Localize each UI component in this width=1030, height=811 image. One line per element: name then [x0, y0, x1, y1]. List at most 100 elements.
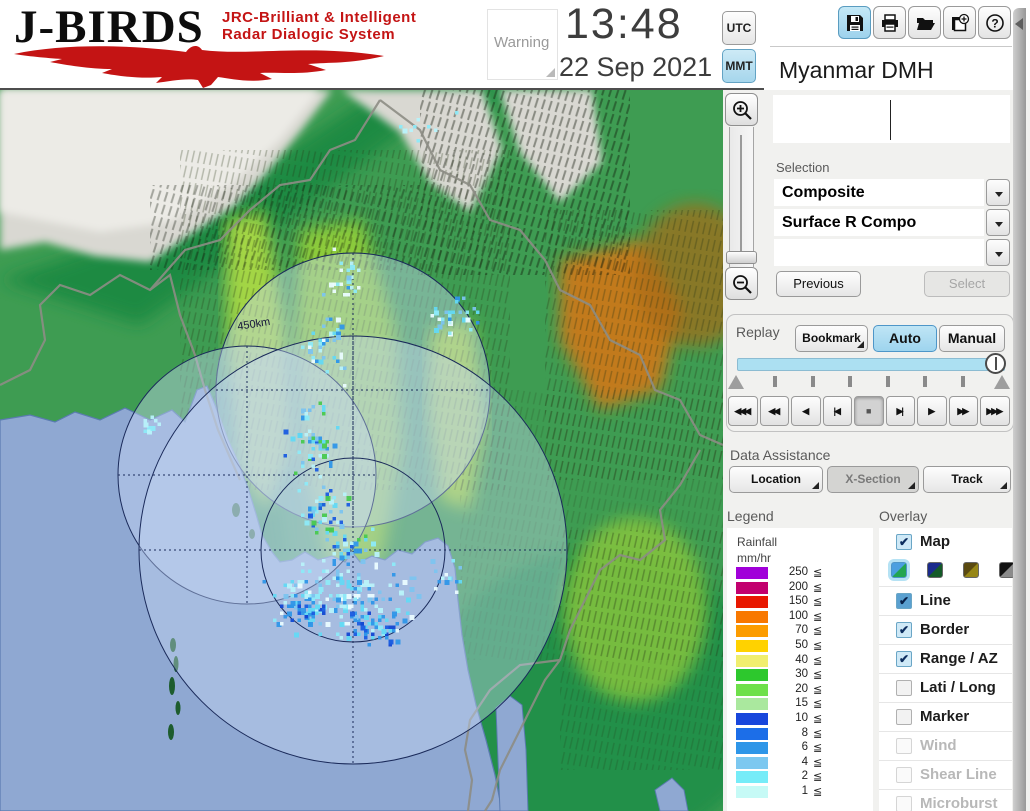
help-icon: ? — [985, 13, 1004, 32]
radar-map-canvas[interactable]: 450km — [0, 90, 723, 811]
warning-panel[interactable]: Warning — [487, 9, 558, 80]
toolbar: ? — [838, 6, 1011, 39]
previous-button[interactable]: Previous — [776, 271, 861, 297]
checkbox-line[interactable]: ✔ — [896, 593, 912, 609]
legend-color-swatch — [736, 567, 768, 579]
new-window-button[interactable] — [943, 6, 976, 39]
overlay-row-lati-long: Lati / Long — [879, 673, 1012, 702]
replay-timeline-handle[interactable] — [985, 353, 1006, 374]
tagline-line2: Radar Dialogic System — [222, 26, 396, 43]
legend-value: 50 — [795, 638, 808, 651]
bookmark-label: Bookmark — [802, 331, 861, 345]
legend-color-swatch — [736, 727, 768, 740]
manual-mode-button[interactable]: Manual — [939, 325, 1005, 352]
overlay-row-map: ✔ Map — [879, 528, 1012, 556]
help-button[interactable]: ? — [978, 6, 1011, 39]
map-style-swatch-2[interactable] — [927, 562, 943, 578]
legend-value: 10 — [795, 711, 808, 724]
legend-value: 2 — [801, 770, 808, 783]
forward-button[interactable]: ▶▶ — [948, 396, 978, 426]
checkbox-border[interactable]: ✔ — [896, 622, 912, 638]
corner-grip-icon — [857, 341, 864, 348]
corner-grip-icon — [812, 482, 819, 489]
legend-row: 70 ≦ — [727, 624, 873, 639]
checkbox-range-az[interactable]: ✔ — [896, 651, 912, 667]
stop-button[interactable]: ■ — [854, 396, 884, 426]
legend-color-swatch — [736, 581, 768, 594]
radar-map[interactable]: 450km — [0, 90, 723, 811]
forward-fastest-button[interactable]: ▶▶▶ — [980, 396, 1010, 426]
legend-title: Rainfall mm/hr — [737, 534, 777, 566]
legend-operator: ≦ — [813, 683, 823, 696]
checkbox-wind — [896, 738, 912, 754]
eagle-logo-icon — [14, 46, 384, 88]
zoom-slider-handle[interactable] — [726, 251, 757, 264]
clock-date: 22 Sep 2021 — [559, 52, 713, 82]
bookmark-button[interactable]: Bookmark — [795, 325, 868, 352]
track-button[interactable]: Track — [923, 466, 1011, 493]
overlay-row-range-az: ✔ Range / AZ — [879, 644, 1012, 673]
mmt-button[interactable]: MMT — [722, 49, 756, 83]
legend-color-swatch — [736, 610, 768, 623]
legend-row: 50 ≦ — [727, 639, 873, 654]
legend-row: 250 ≦ — [727, 566, 873, 581]
panel-collapse-strip[interactable] — [1013, 8, 1026, 811]
product-dropdown-arrow[interactable] — [986, 209, 1010, 236]
save-button[interactable] — [838, 6, 871, 39]
overlay-panel: ✔ Map ✔ Line ✔ Border ✔ Range / AZ Lati / Long Ma… — [879, 528, 1015, 811]
zoom-out-button[interactable] — [725, 267, 758, 300]
rewind-button[interactable]: ◀◀ — [759, 396, 789, 426]
composite-dropdown[interactable]: Composite — [774, 179, 984, 206]
auto-mode-button[interactable]: Auto — [873, 325, 937, 352]
checkbox-lati-long[interactable] — [896, 680, 912, 696]
resize-grip-icon[interactable] — [546, 68, 555, 77]
legend-value: 15 — [795, 697, 808, 710]
map-style-row — [879, 556, 1015, 586]
header-divider — [770, 46, 1012, 47]
legend-value: 4 — [801, 755, 808, 768]
handle-line — [995, 357, 997, 370]
step-forward-button[interactable]: ▶| — [885, 396, 915, 426]
select-button[interactable]: Select — [924, 271, 1010, 297]
legend-operator: ≦ — [813, 581, 823, 594]
step-back-button[interactable]: |◀ — [822, 396, 852, 426]
legend-operator: ≦ — [813, 639, 823, 652]
legend-row: 150 ≦ — [727, 595, 873, 610]
legend-operator: ≦ — [813, 756, 823, 769]
checkbox-marker[interactable] — [896, 709, 912, 725]
rewind-fastest-button[interactable]: ◀◀◀ — [728, 396, 758, 426]
map-style-swatch-1[interactable] — [891, 562, 907, 578]
legend-color-swatch — [736, 669, 768, 682]
warning-label: Warning — [494, 34, 550, 51]
checkbox-map[interactable]: ✔ — [896, 534, 912, 550]
play-reverse-button[interactable]: ◀ — [791, 396, 821, 426]
map-zoom-widget — [723, 93, 760, 303]
text-cursor — [890, 100, 891, 140]
legend-color-swatch — [736, 785, 768, 798]
overlay-row-marker: Marker — [879, 702, 1012, 731]
info-display-box[interactable] — [773, 95, 1010, 143]
empty-dropdown-arrow[interactable] — [986, 239, 1010, 266]
legend-operator: ≦ — [813, 698, 823, 711]
empty-dropdown[interactable] — [774, 239, 984, 266]
location-button[interactable]: Location — [729, 466, 823, 493]
composite-dropdown-arrow[interactable] — [986, 179, 1010, 206]
legend-value: 70 — [795, 624, 808, 637]
timeline-start-marker[interactable] — [728, 375, 744, 389]
replay-timeline-track[interactable] — [737, 358, 1005, 371]
overlay-row-shear-line: Shear Line — [879, 760, 1012, 789]
product-dropdown[interactable]: Surface R Compo — [774, 209, 984, 236]
map-style-swatch-3[interactable] — [963, 562, 979, 578]
x-section-button[interactable]: X-Section — [827, 466, 919, 493]
open-folder-button[interactable] — [908, 6, 941, 39]
play-button[interactable]: ▶ — [917, 396, 947, 426]
overlay-label: Overlay — [879, 508, 928, 524]
app-header: J-BIRDS JRC-Brilliant & Intelligent Rada… — [0, 0, 1030, 90]
replay-label: Replay — [736, 324, 780, 340]
overlay-item-label: Wind — [920, 737, 957, 754]
zoom-in-button[interactable] — [725, 93, 758, 126]
utc-button[interactable]: UTC — [722, 11, 756, 45]
print-button[interactable] — [873, 6, 906, 39]
tagline-line1: JRC-Brilliant & Intelligent — [222, 9, 417, 26]
timeline-end-marker[interactable] — [994, 375, 1010, 389]
